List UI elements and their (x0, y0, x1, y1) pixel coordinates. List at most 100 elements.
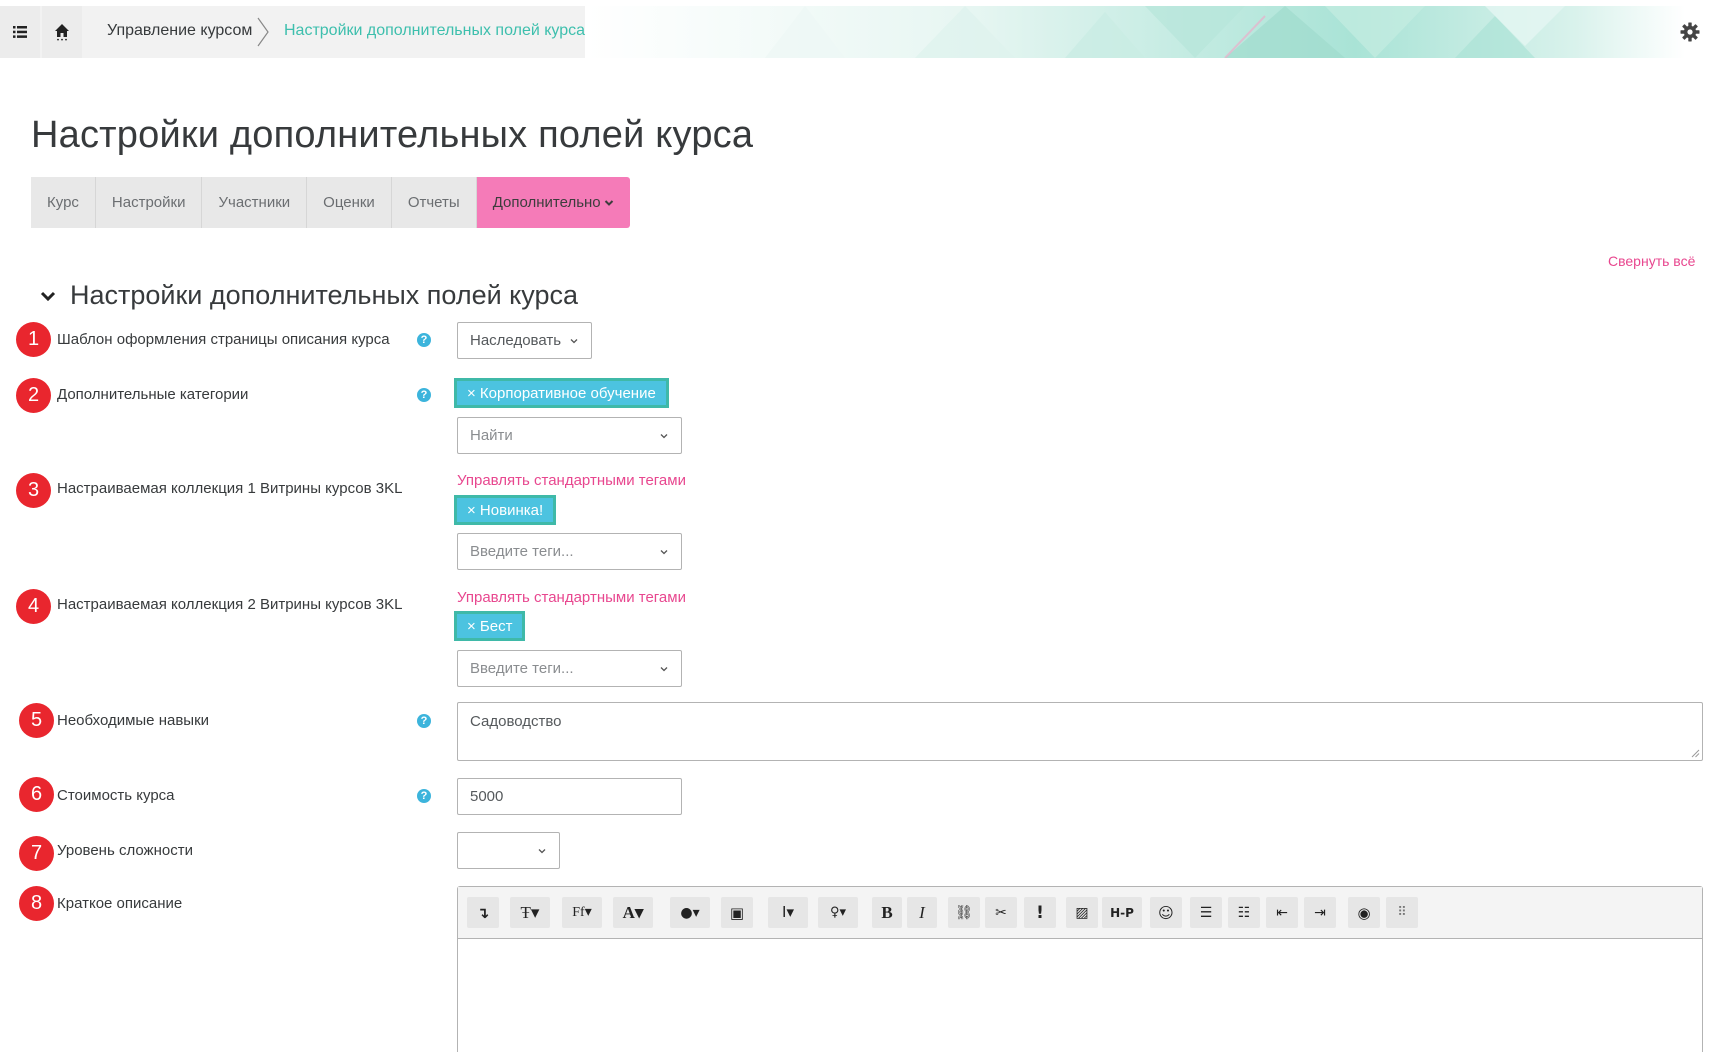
font-family-button[interactable]: Ff▾ (562, 897, 602, 928)
outdent-button[interactable]: ⇤ (1266, 897, 1298, 928)
emoticon-button[interactable]: ☺ (1150, 897, 1182, 928)
collapse-all-link[interactable]: Свернуть всё (1608, 253, 1695, 269)
smile-icon: ☺ (1158, 903, 1174, 922)
font-size-button[interactable]: A▾ (613, 897, 653, 928)
font-size-icon: A▾ (622, 902, 644, 922)
outdent-icon: ⇤ (1276, 904, 1288, 921)
editor-toolbar: ↴ Ŧ▾ Ff▾ A▾ ●▾ ▣ Ⅰ▾ ♀▾ B I ⛓ ✂ ! ▨ H-P ☺… (458, 887, 1702, 939)
bold-icon: B (881, 902, 893, 922)
align-button[interactable]: Ⅰ▾ (768, 897, 808, 928)
tab-grades[interactable]: Оценки (307, 177, 392, 228)
gear-icon[interactable] (1680, 22, 1700, 42)
tab-more-label: Дополнительно (492, 194, 601, 211)
chevron-down-icon (660, 433, 668, 438)
category-search-placeholder: Найти (470, 427, 513, 444)
section-title: Настройки дополнительных полей курса (70, 280, 579, 310)
menu-toggle-button[interactable] (0, 6, 40, 58)
step-badge: 2 (16, 378, 51, 413)
insert-block-button[interactable]: ▣ (721, 897, 753, 928)
insert-image-button[interactable]: ▨ (1066, 897, 1098, 928)
step-badge: 6 (19, 777, 54, 812)
lightbulb-icon: ♀▾ (829, 905, 847, 920)
link-button[interactable]: ⛓ (948, 897, 980, 928)
category-tag[interactable]: × Корпоративное обучение (454, 378, 669, 408)
header-decoration (585, 6, 1685, 58)
resize-grip-icon[interactable] (1691, 749, 1700, 758)
chevron-down-icon (40, 291, 56, 301)
tab-more[interactable]: Дополнительно (476, 177, 630, 228)
required-skills-textarea[interactable]: Садоводство (457, 702, 1703, 761)
image-icon: ▨ (1075, 904, 1089, 921)
field-label-course-price: Стоимость курса (57, 787, 175, 804)
show-more-buttons-button[interactable]: ↴ (467, 897, 499, 928)
category-search-select[interactable]: Найти (457, 417, 682, 454)
tab-settings[interactable]: Настройки (95, 177, 203, 228)
numbered-list-icon: ☷ (1237, 904, 1251, 921)
collection-1-tags-placeholder: Введите теги... (470, 543, 574, 560)
ordered-list-button[interactable]: ☷ (1228, 897, 1260, 928)
field-label-collection-1: Настраиваемая коллекция 1 Витрины курсов… (57, 480, 403, 497)
indent-button[interactable]: ⇥ (1304, 897, 1336, 928)
field-label-collection-2: Настраиваемая коллекция 2 Витрины курсов… (57, 596, 403, 613)
required-skills-value: Садоводство (470, 713, 562, 730)
unordered-list-button[interactable]: ☰ (1190, 897, 1222, 928)
step-badge: 7 (19, 836, 54, 871)
help-icon[interactable]: ? (417, 333, 431, 347)
help-icon[interactable]: ? (417, 388, 431, 402)
help-icon[interactable]: ? (417, 789, 431, 803)
screenreader-helper-button[interactable]: ⠿ (1386, 897, 1418, 928)
italic-button[interactable]: I (907, 897, 937, 928)
home-button[interactable] (42, 6, 82, 58)
tab-reports[interactable]: Отчеты (391, 177, 477, 228)
tips-button[interactable]: ♀▾ (818, 897, 858, 928)
color-drop-icon: ●▾ (680, 904, 700, 921)
collection-2-tags-select[interactable]: Введите теги... (457, 650, 682, 687)
chevron-down-icon (570, 338, 578, 343)
breadcrumb-course-management[interactable]: Управление курсом (107, 22, 252, 40)
navbar: Управление курсом Настройки дополнительн… (0, 6, 1720, 58)
exclamation-icon: ! (1036, 902, 1044, 923)
section-header[interactable]: Настройки дополнительных полей курса (40, 280, 578, 311)
chevron-down-icon (660, 549, 668, 554)
collection-1-tags-select[interactable]: Введите теги... (457, 533, 682, 570)
step-badge: 5 (19, 703, 54, 738)
link-icon: ⛓ (955, 904, 973, 921)
arrow-down-icon: ↴ (476, 903, 490, 922)
manage-standard-tags-link[interactable]: Управлять стандартными тегами (457, 589, 686, 606)
field-label-difficulty: Уровень сложности (57, 842, 193, 859)
important-button[interactable]: ! (1024, 897, 1056, 928)
manage-standard-tags-link[interactable]: Управлять стандартными тегами (457, 472, 686, 489)
home-icon (55, 24, 69, 41)
help-icon[interactable]: ? (417, 714, 431, 728)
breadcrumb-separator-icon (257, 17, 269, 47)
collection-2-tags-placeholder: Введите теги... (470, 660, 574, 677)
chevron-down-icon (660, 666, 668, 671)
accessibility-icon: ◉ (1357, 903, 1371, 922)
paragraph-style-button[interactable]: Ŧ▾ (510, 897, 550, 928)
rich-text-editor: ↴ Ŧ▾ Ff▾ A▾ ●▾ ▣ Ⅰ▾ ♀▾ B I ⛓ ✂ ! ▨ H-P ☺… (457, 886, 1703, 1052)
difficulty-select[interactable] (457, 832, 560, 869)
font-color-button[interactable]: ●▾ (670, 897, 710, 928)
page-template-select[interactable]: Наследовать (457, 322, 592, 359)
unlink-button[interactable]: ✂ (985, 897, 1017, 928)
unlink-icon: ✂ (995, 904, 1007, 921)
collection-2-tag[interactable]: × Бест (454, 611, 526, 641)
tab-course[interactable]: Курс (31, 177, 96, 228)
tab-participants[interactable]: Участники (202, 177, 308, 228)
field-label-additional-categories: Дополнительные категории (57, 386, 249, 403)
field-label-short-description: Краткое описание (57, 895, 183, 912)
h5p-icon: H-P (1110, 905, 1134, 920)
accessibility-checker-button[interactable]: ◉ (1348, 897, 1380, 928)
list-icon (13, 26, 27, 38)
breadcrumb-current[interactable]: Настройки дополнительных полей курса (284, 22, 585, 40)
course-tabs: Курс Настройки Участники Оценки Отчеты Д… (31, 177, 630, 228)
chevron-down-icon (604, 199, 613, 206)
course-price-input[interactable]: 5000 (457, 778, 682, 815)
align-icon: Ⅰ▾ (782, 905, 794, 921)
italic-icon: I (919, 902, 925, 922)
collection-1-tag[interactable]: × Новинка! (454, 495, 557, 525)
step-badge: 1 (16, 322, 51, 357)
step-badge: 8 (19, 886, 54, 921)
insert-h5p-button[interactable]: H-P (1102, 897, 1142, 928)
bold-button[interactable]: B (872, 897, 902, 928)
